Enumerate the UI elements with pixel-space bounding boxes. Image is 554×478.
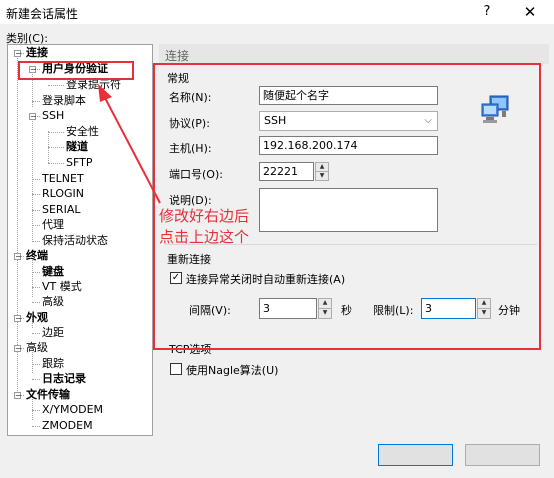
annotation-text-2: 点击上边这个	[159, 228, 250, 246]
annotation-text-1: 修改好右边后	[159, 207, 250, 225]
annotation-arrow	[98, 84, 161, 204]
